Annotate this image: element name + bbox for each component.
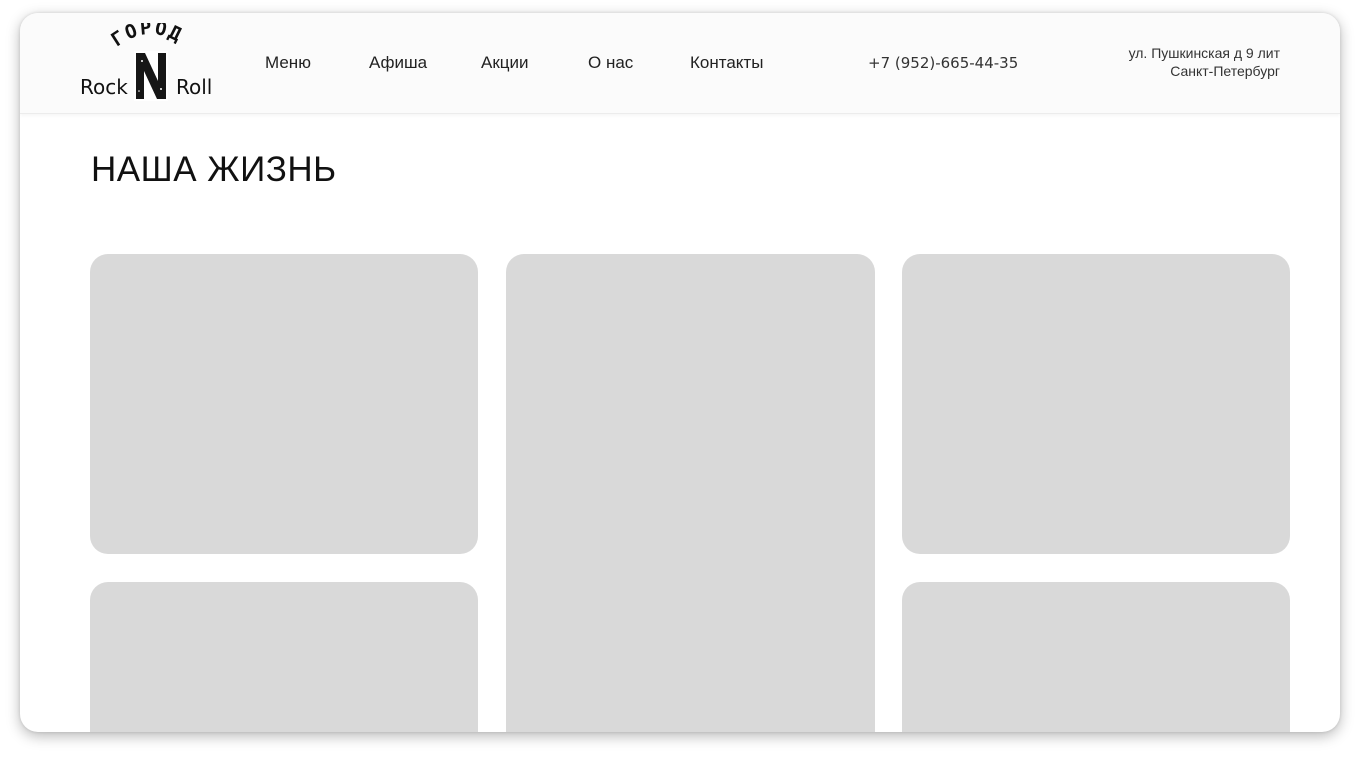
gallery-tile-3[interactable]	[902, 254, 1290, 554]
nav-item-about[interactable]: О нас	[588, 53, 633, 73]
logo-top-text: ГОРОД	[107, 23, 184, 51]
logo-right-word: Roll	[176, 75, 213, 99]
phone-number[interactable]: +7 (952)-665-44-35	[868, 54, 1018, 72]
nav-item-contacts[interactable]: Контакты	[690, 53, 763, 73]
gallery-tile-1[interactable]	[90, 254, 478, 554]
svg-text:ГОРОД: ГОРОД	[107, 23, 186, 51]
site-header: ГОРОД Rock Roll Меню Афиша Акции О нас К…	[20, 13, 1340, 114]
address-city: Санкт-Петербург	[1170, 63, 1280, 79]
nav-item-afisha[interactable]: Афиша	[369, 53, 427, 73]
logo-left-word: Rock	[80, 75, 128, 99]
logo-n-icon	[134, 51, 168, 101]
address-street: ул. Пушкинская д 9 лит	[1128, 45, 1280, 61]
gallery-tile-2[interactable]	[506, 254, 875, 732]
page-title: НАША ЖИЗНЬ	[91, 150, 337, 189]
logo-arc-text: ГОРОД	[107, 23, 186, 51]
nav-item-promotions[interactable]: Акции	[481, 53, 529, 73]
logo[interactable]: ГОРОД Rock Roll	[78, 23, 223, 103]
nav-item-menu[interactable]: Меню	[265, 53, 311, 73]
address: ул. Пушкинская д 9 лит Санкт-Петербург	[1129, 44, 1280, 80]
gallery-tile-4[interactable]	[90, 582, 478, 732]
browser-window: ГОРОД Rock Roll Меню Афиша Акции О нас К…	[20, 13, 1340, 732]
gallery-tile-5[interactable]	[902, 582, 1290, 732]
